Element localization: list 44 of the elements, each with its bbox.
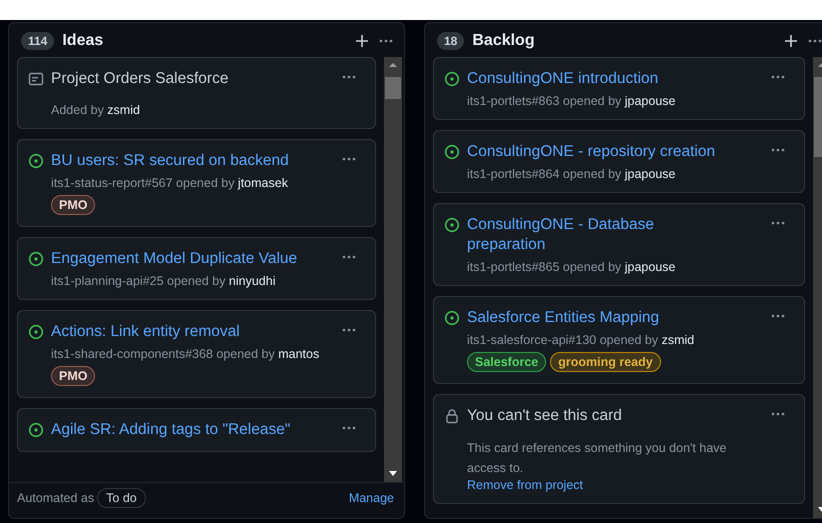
label-tag[interactable]: Salesforce	[467, 352, 546, 372]
card-title[interactable]: Actions: Link entity removal	[51, 322, 240, 342]
note-icon	[28, 71, 44, 87]
card-title[interactable]: ConsultingONE - Database preparation	[467, 215, 725, 255]
card-meta: its1-portlets#864 opened by jpapouse	[467, 167, 676, 181]
card-count: 114	[21, 32, 54, 50]
open-issue-icon	[28, 153, 44, 169]
card-title: Project Orders Salesforce	[51, 69, 228, 89]
card-meta: its1-portlets#863 opened by jpapouse	[467, 94, 676, 108]
card-meta: Added by zsmid	[51, 103, 141, 117]
open-issue-icon	[28, 324, 44, 340]
card-title[interactable]: BU users: SR secured on backend	[51, 151, 289, 171]
open-issue-icon	[444, 71, 460, 87]
card-meta: its1-status-report#567 opened by jtomasek	[51, 176, 289, 190]
card-title[interactable]: ConsultingONE - repository creation	[467, 142, 716, 162]
card-title[interactable]: ConsultingONE introduction	[467, 69, 658, 89]
add-icon[interactable]	[354, 33, 370, 49]
column-title: Backlog	[472, 32, 536, 50]
label-tag[interactable]: PMO	[51, 195, 96, 215]
remove-link[interactable]: Remove from project	[467, 478, 584, 492]
open-issue-icon	[28, 251, 44, 267]
open-issue-icon	[444, 217, 460, 233]
card-title: You can't see this card	[467, 406, 622, 426]
card-count: 18	[437, 32, 464, 50]
automation-state: To do	[97, 488, 146, 508]
card-meta: its1-planning-api#25 opened by ninyudhi	[51, 274, 276, 288]
card-title[interactable]: Engagement Model Duplicate Value	[51, 249, 298, 269]
card-title[interactable]: Salesforce Entities Mapping	[467, 308, 660, 328]
card-title[interactable]: Agile SR: Adding tags to "Release"	[51, 420, 290, 440]
label-tag[interactable]: grooming ready	[550, 352, 661, 372]
column-title: Ideas	[62, 32, 104, 50]
card-meta: its1-shared-components#368 opened by mantos	[51, 347, 320, 361]
open-issue-icon	[28, 422, 44, 438]
open-issue-icon	[444, 310, 460, 326]
automation-label: Automated as	[17, 491, 94, 505]
lock-icon	[444, 408, 460, 424]
card-message: This card references something you don't have access to.	[467, 440, 728, 477]
card-meta: its1-salesforce-api#130 opened by zsmid	[467, 333, 696, 347]
label-tag[interactable]: PMO	[51, 366, 96, 386]
open-issue-icon	[444, 144, 460, 160]
add-icon[interactable]	[783, 33, 799, 49]
card-meta: its1-portlets#865 opened by jpapouse	[467, 260, 676, 274]
scrollbar[interactable]	[384, 57, 402, 482]
manage-link[interactable]: Manage	[348, 491, 394, 505]
